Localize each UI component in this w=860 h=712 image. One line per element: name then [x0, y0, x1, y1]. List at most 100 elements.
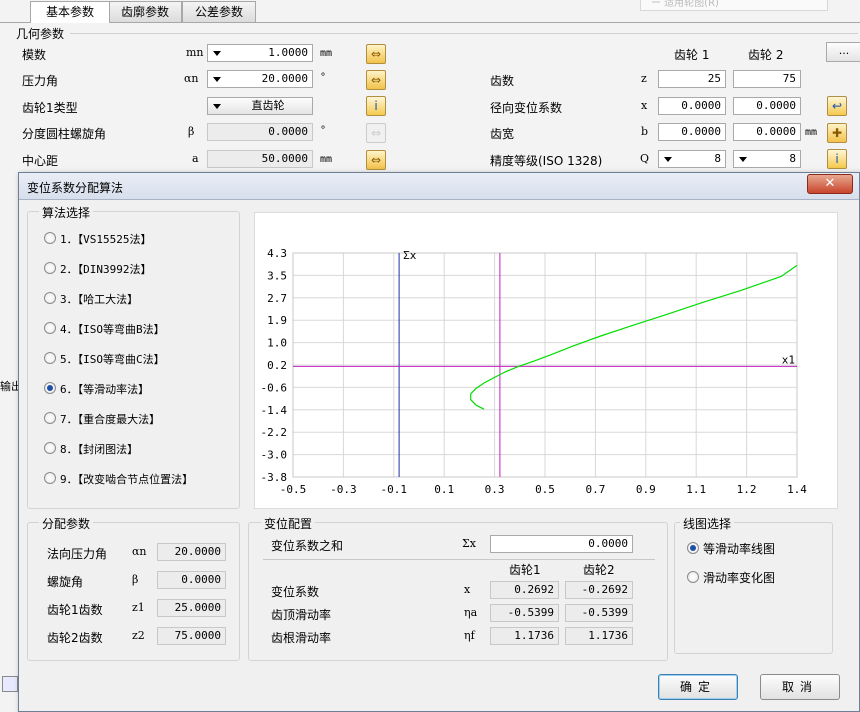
gear2-width-field[interactable]: 0.0000 [733, 123, 801, 141]
algorithm-radio-label[interactable]: 5．【ISO等弯曲C法】 [60, 351, 165, 367]
edit-icon[interactable] [2, 676, 18, 692]
gear1-type-combo[interactable]: 直齿轮 [207, 97, 313, 115]
shift-row-symbol: x [464, 583, 471, 596]
swap-arrows-icon[interactable]: ⇔ [366, 123, 386, 143]
algorithm-radio[interactable] [44, 292, 56, 304]
tab-tolerance[interactable]: 公差参数 [182, 1, 256, 22]
y-tick-label: 1.0 [267, 337, 287, 350]
x-tick-label: 1.4 [787, 483, 807, 496]
dialog-title: 变位系数分配算法 [27, 181, 124, 195]
plot-option-radio[interactable] [687, 542, 699, 554]
shift-row-symbol: ηf [464, 629, 475, 642]
shift-row-gear2[interactable]: -0.5399 [565, 604, 633, 622]
algorithm-radio[interactable] [44, 232, 56, 244]
shift-row-symbol: ηa [464, 606, 478, 619]
module-label: 模数 [22, 48, 47, 62]
module-symbol: mn [186, 46, 204, 59]
gear2-teeth-field[interactable]: 75 [733, 70, 801, 88]
info-icon[interactable]: i [827, 149, 847, 169]
shift-row-label: 齿根滑动率 [271, 631, 332, 645]
pressure-angle-symbol: αn [184, 72, 199, 85]
algorithm-radio[interactable] [44, 262, 56, 274]
x-tick-label: 0.9 [636, 483, 656, 496]
teeth-label: 齿数 [490, 74, 515, 88]
info-icon[interactable]: i [366, 96, 386, 116]
param-field[interactable]: 0.0000 [157, 571, 226, 589]
shift-row-gear2[interactable]: -0.2692 [565, 581, 633, 599]
more-button[interactable]: ... [826, 42, 860, 62]
algorithm-radio[interactable] [44, 322, 56, 334]
shift-row-gear1[interactable]: -0.5399 [490, 604, 559, 622]
param-field[interactable]: 25.0000 [157, 599, 226, 617]
tab-underline [0, 22, 860, 23]
algorithm-radio[interactable] [44, 382, 56, 394]
param-field[interactable]: 75.0000 [157, 627, 226, 645]
shift-row-gear1[interactable]: 0.2692 [490, 581, 559, 599]
gear1-accuracy-combo[interactable]: 8 [658, 150, 726, 168]
algorithm-radio-label[interactable]: 3．【哈工大法】 [60, 291, 138, 307]
swap-arrows-icon[interactable]: ⇔ [366, 150, 386, 170]
algorithm-radio[interactable] [44, 412, 56, 424]
shift-row-label: 变位系数 [271, 585, 320, 599]
teeth-symbol: z [641, 72, 647, 85]
gear2-accuracy-combo[interactable]: 8 [733, 150, 801, 168]
algorithm-radio-label[interactable]: 9．【改变啮合节点位置法】 [60, 471, 193, 487]
gear1-shift-field[interactable]: 0.0000 [658, 97, 726, 115]
param-label: 螺旋角 [47, 575, 84, 589]
center-distance-label: 中心距 [22, 154, 59, 168]
param-label: 齿轮1齿数 [47, 603, 103, 617]
face-width-label: 齿宽 [490, 127, 515, 141]
gear1-width-field[interactable]: 0.0000 [658, 123, 726, 141]
top-right-combo[interactable]: ー 适用轮图(R) [640, 0, 828, 11]
dialog-titlebar: 变位系数分配算法 ✕ [19, 173, 859, 200]
algorithm-group-title: 算法选择 [39, 204, 94, 221]
ok-button[interactable]: 确定 [658, 674, 738, 700]
plot-option-label[interactable]: 等滑动率线图 [703, 540, 775, 557]
geometry-group-title: 几何参数 [16, 27, 65, 41]
algorithm-radio[interactable] [44, 472, 56, 484]
y-tick-label: -1.4 [261, 404, 288, 417]
algorithm-radio-label[interactable]: 6．【等滑动率法】 [60, 381, 149, 397]
y-tick-label: 1.9 [267, 314, 287, 327]
back-arrow-icon[interactable]: ↩ [827, 96, 847, 116]
algorithm-radio-label[interactable]: 8．【封闭图法】 [60, 441, 138, 457]
params-group-title: 分配参数 [39, 515, 94, 532]
plot-option-radio[interactable] [687, 571, 699, 583]
x-tick-label: 1.2 [737, 483, 757, 496]
x-tick-label: -0.5 [280, 483, 307, 496]
algorithm-radio[interactable] [44, 442, 56, 454]
pressure-angle-combo[interactable]: 20.0000 [207, 70, 313, 88]
pressure-angle-label: 压力角 [22, 74, 59, 88]
chevron-down-icon [664, 157, 672, 162]
plus-icon[interactable]: ✚ [827, 123, 847, 143]
algorithm-radio[interactable] [44, 352, 56, 364]
algorithm-radio-label[interactable]: 2．【DIN3992法】 [60, 261, 151, 277]
swap-arrows-icon[interactable]: ⇔ [366, 70, 386, 90]
module-combo[interactable]: 1.0000 [207, 44, 313, 62]
shift-col-gear1: 齿轮1 [509, 563, 541, 577]
shift-coef-symbol: x [641, 99, 648, 112]
shift-row-gear1[interactable]: 1.1736 [490, 627, 559, 645]
algorithm-radio-label[interactable]: 1．【VS15525法】 [60, 231, 151, 247]
close-icon[interactable]: ✕ [807, 174, 853, 194]
param-label: 法向压力角 [47, 547, 108, 561]
param-field[interactable]: 20.0000 [157, 543, 226, 561]
center-distance-unit: mm [320, 154, 333, 165]
cancel-button[interactable]: 取消 [760, 674, 840, 700]
gear2-shift-field[interactable]: 0.0000 [733, 97, 801, 115]
tab-profile[interactable]: 齿廓参数 [108, 1, 182, 22]
pressure-angle-unit: ° [320, 72, 327, 83]
helix-angle-field[interactable]: 0.0000 [207, 123, 313, 141]
tab-basic[interactable]: 基本参数 [30, 1, 110, 23]
param-symbol: β [132, 573, 139, 586]
algorithm-radio-label[interactable]: 7．【重合度最大法】 [60, 411, 160, 427]
algorithm-radio-label[interactable]: 4．【ISO等弯曲B法】 [60, 321, 165, 337]
swap-arrows-icon[interactable]: ⇔ [366, 44, 386, 64]
gear1-teeth-field[interactable]: 25 [658, 70, 726, 88]
shift-sum-field[interactable]: 0.0000 [490, 535, 633, 553]
shift-row-gear2[interactable]: 1.1736 [565, 627, 633, 645]
face-width-unit: mm [805, 127, 818, 138]
center-distance-field[interactable]: 50.0000 [207, 150, 313, 168]
plot-option-label[interactable]: 滑动率变化图 [703, 569, 775, 586]
y-axis-label: Σx [403, 249, 417, 262]
